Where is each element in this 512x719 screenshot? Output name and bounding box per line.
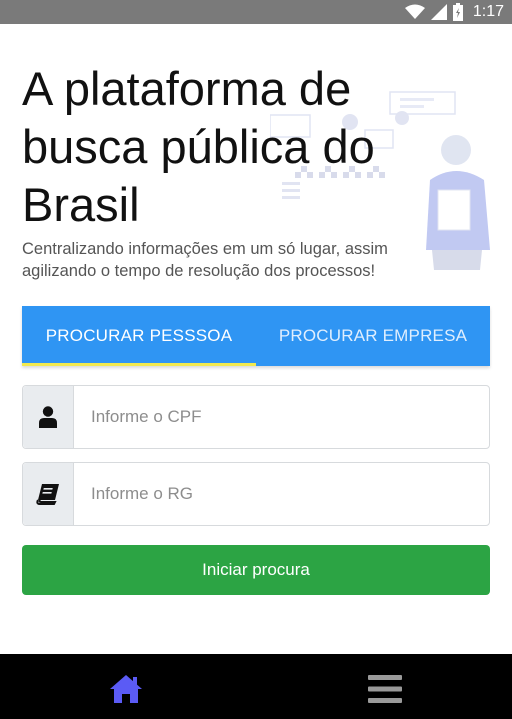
rg-input-group [22,462,490,526]
tab-procurar-empresa[interactable]: PROCURAR EMPRESA [256,306,490,366]
book-icon [36,484,59,505]
status-icons: 1:17 [404,0,504,24]
page-subtitle: Centralizando informações em um só lugar… [22,240,388,280]
tab-procurar-pessoa[interactable]: PROCURAR PESSSOA [22,306,256,366]
rg-addon [23,463,74,525]
wifi-icon [404,4,425,19]
menu-icon[interactable] [368,674,402,704]
status-time: 1:17 [472,3,504,20]
submit-search-button[interactable]: Iniciar procura [22,545,490,595]
signal-icon [430,4,447,20]
battery-icon [452,3,463,21]
bottom-navigation [0,654,512,719]
cpf-input-group [22,385,490,449]
home-icon[interactable] [108,673,144,705]
status-bar: 1:17 [0,0,512,24]
page-title: A plataforma de busca pública do Brasil [22,62,375,231]
cpf-addon [23,386,74,448]
cpf-input[interactable] [74,386,489,448]
rg-input[interactable] [74,463,489,525]
search-type-tabs: PROCURAR PESSSOA PROCURAR EMPRESA [22,306,490,366]
user-icon [39,406,57,428]
